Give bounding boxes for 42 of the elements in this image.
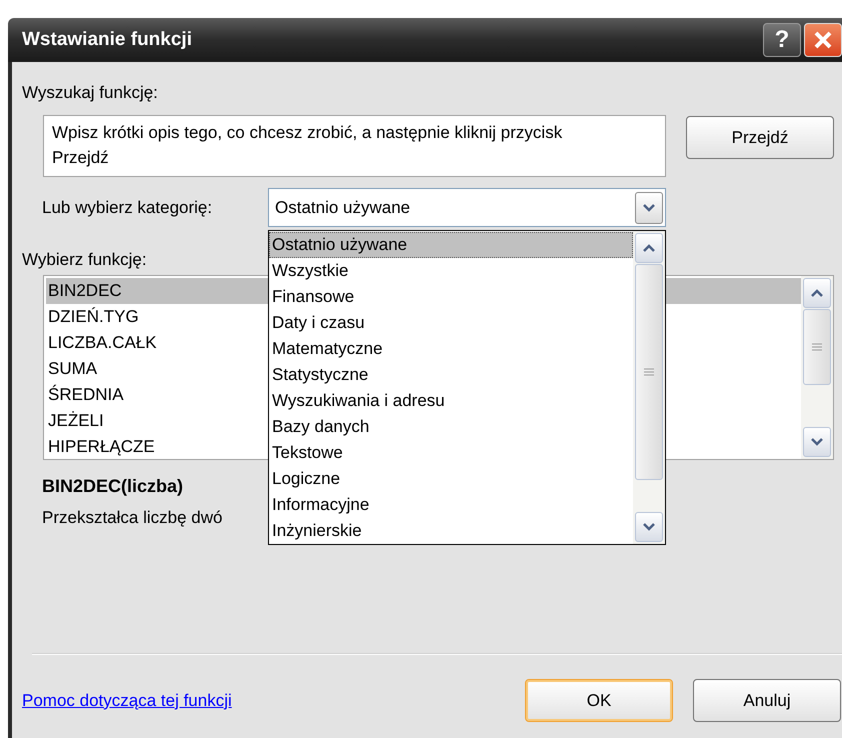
search-field[interactable]: Wpisz krótki opis tego, co chcesz zrobić, a następnie kliknij przycisk Przejdź	[43, 115, 666, 177]
chevron-up-icon	[642, 243, 656, 253]
chevron-up-icon	[810, 288, 824, 298]
category-combo-box[interactable]: Ostatnio używane	[268, 188, 666, 227]
scroll-up-button[interactable]	[803, 278, 831, 308]
category-label: Lub wybierz kategorię:	[42, 196, 214, 219]
category-option[interactable]: Wyszukiwania i adresu	[269, 388, 633, 414]
scroll-up-button[interactable]	[635, 233, 663, 263]
category-option[interactable]: Wszystkie	[269, 258, 633, 284]
function-description: Przekształca liczbę dwó	[42, 507, 222, 529]
chevron-down-icon	[642, 522, 656, 532]
help-link[interactable]: Pomoc dotycząca tej funkcji	[22, 688, 232, 714]
dropdown-arrow-button[interactable]	[635, 192, 663, 224]
category-option[interactable]: Matematyczne	[269, 336, 633, 362]
search-label: Wyszukaj funkcję:	[22, 82, 158, 104]
category-option[interactable]: Statystyczne	[269, 362, 633, 388]
grip-icon	[811, 342, 823, 352]
category-option[interactable]: Daty i czasu	[269, 310, 633, 336]
scrollbar-thumb[interactable]	[803, 309, 831, 385]
category-option[interactable]: Inżynierskie	[269, 518, 633, 544]
ok-button[interactable]: OK	[525, 679, 673, 722]
chevron-down-icon	[810, 437, 824, 447]
category-option[interactable]: Bazy danych	[269, 414, 633, 440]
category-value: Ostatnio używane	[275, 196, 410, 219]
help-button[interactable]: ?	[763, 23, 801, 57]
cancel-button[interactable]: Anuluj	[693, 679, 841, 722]
grip-icon	[643, 368, 655, 376]
scroll-down-button[interactable]	[803, 427, 831, 457]
window-title: Wstawianie funkcji	[22, 28, 192, 52]
category-option[interactable]: Informacyjne	[269, 492, 633, 518]
scrollbar-thumb[interactable]	[635, 264, 663, 480]
category-option[interactable]: Logiczne	[269, 466, 633, 492]
close-icon	[813, 30, 833, 50]
category-option[interactable]: Finansowe	[269, 284, 633, 310]
chevron-down-icon	[642, 202, 656, 212]
function-label: Wybierz funkcję:	[22, 249, 147, 271]
close-button[interactable]	[804, 23, 842, 57]
category-option[interactable]: Ostatnio używane	[269, 232, 633, 258]
go-button[interactable]: Przejdź	[686, 116, 834, 159]
scroll-down-button[interactable]	[635, 512, 663, 542]
category-option[interactable]: Tekstowe	[269, 440, 633, 466]
function-signature: BIN2DEC(liczba)	[42, 475, 184, 498]
